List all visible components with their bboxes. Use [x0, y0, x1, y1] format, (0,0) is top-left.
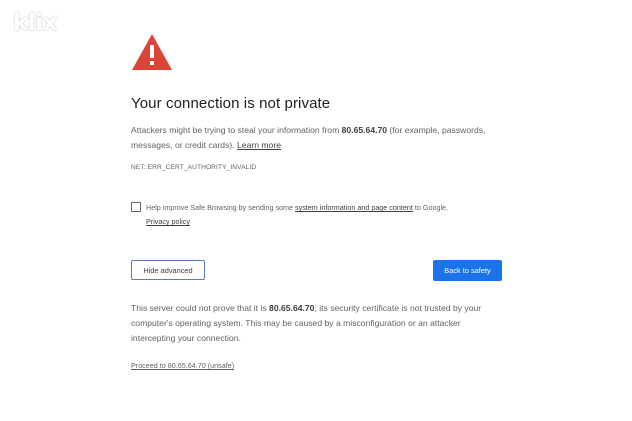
details-host: 80.65.64.70: [269, 303, 315, 313]
safe-browsing-label: Help improve Safe Browsing by sending so…: [146, 201, 501, 229]
error-code: NET::ERR_CERT_AUTHORITY_INVALID: [131, 164, 257, 171]
warning-triangle-icon: [132, 34, 172, 70]
watermark-logo: klix: [13, 10, 57, 36]
interstitial-page: klix Your connection is not private Atta…: [0, 0, 632, 421]
safe-browsing-checkbox[interactable]: [131, 202, 141, 212]
main-message: Attackers might be trying to steal your …: [131, 123, 501, 153]
safe-browsing-option: Help improve Safe Browsing by sending so…: [131, 201, 501, 229]
details-before: This server could not prove that it is: [131, 303, 270, 313]
advanced-details: This server could not prove that it is 8…: [131, 301, 503, 346]
safe-browsing-text-before: Help improve Safe Browsing by sending so…: [146, 203, 296, 212]
hide-advanced-button[interactable]: Hide advanced: [131, 260, 205, 280]
safe-browsing-text-after: to Google.: [412, 203, 449, 212]
system-information-link[interactable]: system information and page content: [295, 203, 413, 212]
message-intro: Attackers might be trying to steal your …: [131, 125, 342, 135]
proceed-unsafe-link[interactable]: Proceed to 80.65.64.70 (unsafe): [131, 361, 234, 370]
back-to-safety-button[interactable]: Back to safety: [433, 260, 502, 281]
learn-more-link[interactable]: Learn more: [237, 140, 281, 150]
message-host: 80.65.64.70: [341, 125, 388, 135]
privacy-policy-link[interactable]: Privacy policy: [146, 217, 190, 226]
page-title: Your connection is not private: [131, 95, 331, 112]
